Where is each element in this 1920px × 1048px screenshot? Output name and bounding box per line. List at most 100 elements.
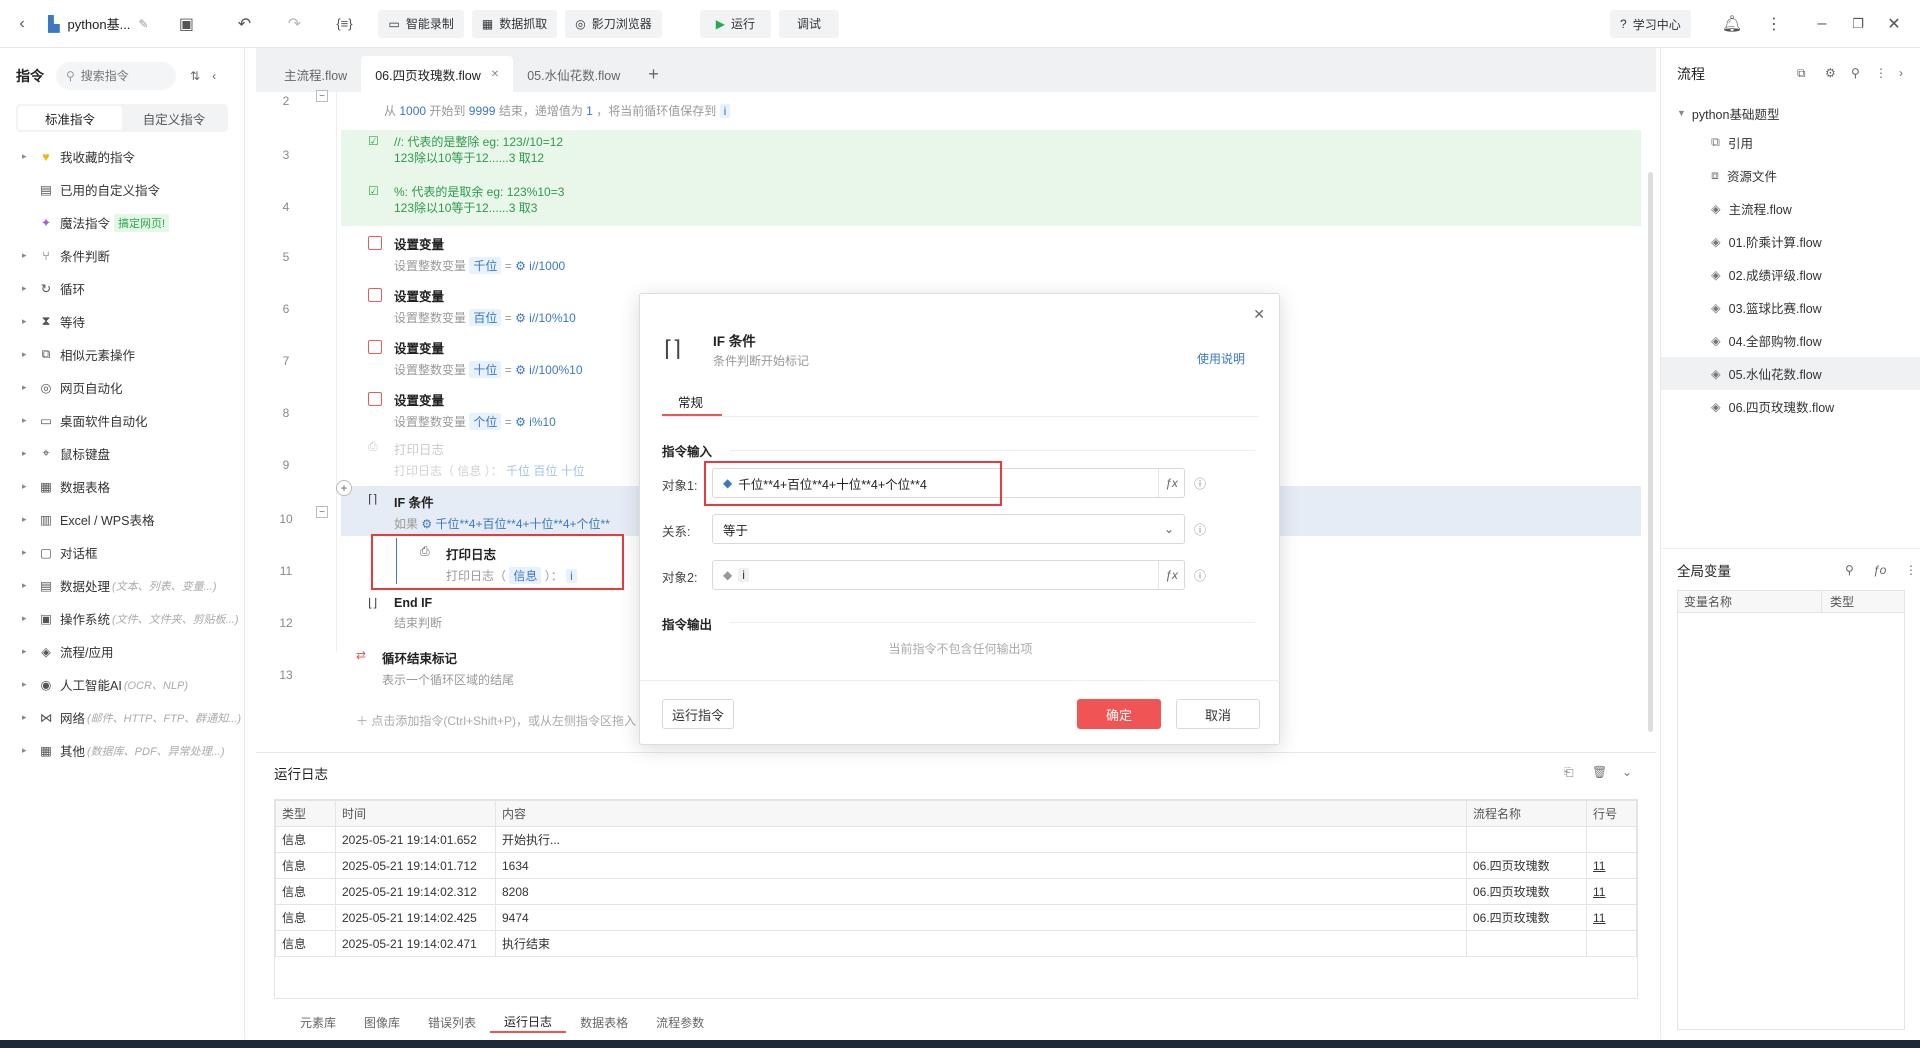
table-row[interactable]: 信息 2025-05-21 19:14:02.312 8208 06.四页玫瑰数 11: [275, 878, 1637, 905]
flow-item[interactable]: ⧉ 引用: [1661, 126, 1920, 159]
function-icon[interactable]: ƒx: [1158, 561, 1184, 589]
bottom-tab[interactable]: 流程参数: [642, 1011, 718, 1033]
category-item[interactable]: ▤ 已用的自定义指令: [0, 173, 244, 206]
info-icon[interactable]: ⓘ: [1194, 567, 1206, 584]
info-icon[interactable]: ⓘ: [1194, 521, 1206, 538]
category-item[interactable]: ▸ ▢ 对话框: [0, 536, 244, 569]
run-button[interactable]: ▶ 运行: [699, 9, 771, 38]
category-item[interactable]: ▸ ◉ 人工智能AI (OCR、NLP): [0, 668, 244, 701]
add-command-hint[interactable]: ＋ 点击添加指令(Ctrl+Shift+P)，或从左侧指令区拖入: [356, 712, 636, 729]
flow-tree-root[interactable]: ▼ python基础题型: [1661, 100, 1920, 126]
category-item[interactable]: ▸ ▥ Excel / WPS表格: [0, 503, 244, 536]
tab-standard-commands[interactable]: 标准指令: [18, 106, 122, 130]
bottom-tab[interactable]: 错误列表: [414, 1011, 490, 1033]
run-command-button[interactable]: 运行指令: [662, 699, 734, 729]
chevron-right-icon[interactable]: ›: [1899, 66, 1903, 80]
table-row[interactable]: 信息 2025-05-21 19:14:02.471 执行结束: [275, 930, 1637, 957]
obj2-input[interactable]: ◆ i ƒx: [712, 560, 1185, 590]
tab-flow[interactable]: 05.水仙花数.flow: [513, 56, 634, 92]
set-variable-step[interactable]: 设置变量 设置整数变量 千位 = ⚙ i//1000: [368, 234, 1668, 274]
close-icon[interactable]: ✕: [1253, 306, 1265, 323]
table-row[interactable]: 信息 2025-05-21 19:14:01.712 1634 06.四页玫瑰数 11: [275, 852, 1637, 879]
table-row[interactable]: 信息 2025-05-21 19:14:01.652 开始执行...: [275, 826, 1637, 853]
bottom-tab[interactable]: 运行日志: [490, 1011, 567, 1033]
category-item[interactable]: ▸ ⌖ 鼠标键盘: [0, 437, 244, 470]
category-item[interactable]: ▸ ⧗ 等待: [0, 305, 244, 338]
log-column-header[interactable]: 流程名称: [1466, 800, 1587, 827]
collapse-if-icon[interactable]: −: [316, 506, 328, 518]
category-item[interactable]: ▸ ▤ 数据处理 (文本、列表、变量...): [0, 569, 244, 602]
flow-item[interactable]: ⧈ 资源文件: [1661, 159, 1920, 192]
trash-icon[interactable]: 🗑︎: [1592, 765, 1607, 779]
flow-item[interactable]: ◈ 01.阶乘计算.flow: [1661, 225, 1920, 258]
log-column-header[interactable]: 时间: [335, 800, 496, 827]
table-row[interactable]: 信息 2025-05-21 19:14:02.425 9474 06.四页玫瑰数 11: [275, 904, 1637, 931]
add-tab-icon[interactable]: +: [634, 56, 673, 92]
cancel-button[interactable]: 取消: [1176, 699, 1260, 729]
category-item[interactable]: ▸ ▦ 数据表格: [0, 470, 244, 503]
flow-item[interactable]: ◈ 04.全部购物.flow: [1661, 324, 1920, 357]
back-icon[interactable]: ‹: [8, 10, 36, 38]
category-item[interactable]: ▸ ⋈ 网络 (邮件、HTTP、FTP、群通知...): [0, 701, 244, 734]
close-window-icon[interactable]: ✕: [1880, 10, 1908, 38]
category-item[interactable]: ▸ ▣ 操作系统 (文件、文件夹、剪贴板...): [0, 602, 244, 635]
bottom-tab[interactable]: 元素库: [286, 1011, 350, 1033]
flow-item[interactable]: ◈ 主流程.flow: [1661, 192, 1920, 225]
more-icon[interactable]: ⋮: [1760, 10, 1788, 38]
category-item[interactable]: ▸ ▦ 其他 (数据库、PDF、异常处理...): [0, 734, 244, 767]
data-scrape-button[interactable]: ▦ 数据抓取: [471, 9, 558, 38]
redo-icon[interactable]: ↷: [280, 10, 308, 38]
relation-select[interactable]: 等于 ⌄: [712, 514, 1185, 544]
add-step-icon[interactable]: +: [336, 480, 352, 496]
bottom-tab[interactable]: 图像库: [350, 1011, 414, 1033]
collapse-panel-icon[interactable]: ‹: [212, 69, 216, 83]
flow-item[interactable]: ◈ 05.水仙花数.flow: [1661, 357, 1920, 390]
category-item[interactable]: ▸ ↻ 循环: [0, 272, 244, 305]
save-icon[interactable]: ▣: [172, 10, 200, 38]
close-tab-icon[interactable]: ✕: [491, 69, 499, 80]
edit-icon[interactable]: ✎: [138, 17, 148, 31]
variables-icon[interactable]: {≡}: [330, 10, 358, 38]
more-icon[interactable]: ⋮: [1875, 66, 1887, 80]
chevron-down-icon[interactable]: ⌄: [1622, 765, 1632, 779]
function-icon[interactable]: ƒo: [1873, 563, 1886, 577]
category-item[interactable]: ▸ ♥ 我收藏的指令: [0, 140, 244, 173]
search-icon[interactable]: ⚲: [1851, 66, 1860, 80]
flow-item[interactable]: ◈ 02.成绩评级.flow: [1661, 258, 1920, 291]
restore-icon[interactable]: ❐: [1844, 10, 1872, 38]
add-flow-icon[interactable]: ⧉: [1797, 66, 1806, 81]
category-item[interactable]: ▸ ◈ 流程/应用: [0, 635, 244, 668]
category-item[interactable]: ▸ ⧉ 相似元素操作: [0, 338, 244, 371]
tab-flow[interactable]: 主流程.flow: [270, 56, 361, 92]
tab-flow[interactable]: 06.四页玫瑰数.flow ✕: [361, 56, 514, 92]
collapse-loop-icon[interactable]: −: [316, 90, 328, 102]
search-input[interactable]: [80, 69, 161, 83]
smart-record-button[interactable]: ▭ 智能录制: [378, 9, 464, 38]
flow-item[interactable]: ◈ 06.四页玫瑰数.flow: [1661, 390, 1920, 423]
more-icon[interactable]: ⋮: [1905, 563, 1917, 577]
log-column-header[interactable]: 行号: [1586, 800, 1637, 827]
category-item[interactable]: ✦ 魔法指令 搞定网页!: [0, 206, 244, 239]
comment-step-1[interactable]: ☑ //: 代表的是整除 eg: 123//10=12 123除以10等于12..…: [368, 134, 1668, 166]
export-icon[interactable]: ⎗: [1564, 765, 1574, 780]
bell-icon[interactable]: 🔔︎: [1718, 10, 1746, 38]
sort-icon[interactable]: ⇅: [190, 69, 200, 83]
category-item[interactable]: ▸ ⑂ 条件判断: [0, 239, 244, 272]
editor-scrollbar[interactable]: [1648, 172, 1653, 732]
settings-icon[interactable]: ⚙: [1825, 66, 1836, 80]
browser-button[interactable]: ◎ 影刀浏览器: [565, 9, 662, 38]
tab-general[interactable]: 常规: [678, 392, 703, 411]
category-item[interactable]: ▸ ▭ 桌面软件自动化: [0, 404, 244, 437]
undo-icon[interactable]: ↶: [230, 10, 258, 38]
confirm-button[interactable]: 确定: [1077, 699, 1161, 729]
info-icon[interactable]: ⓘ: [1194, 475, 1206, 492]
bottom-tab[interactable]: 数据表格: [566, 1011, 642, 1033]
learn-center-button[interactable]: ? 学习中心: [1610, 10, 1691, 38]
minimize-icon[interactable]: –: [1808, 10, 1836, 38]
debug-button[interactable]: 调试: [778, 9, 839, 38]
tab-custom-commands[interactable]: 自定义指令: [122, 106, 226, 130]
project-title[interactable]: ▙ python基... ✎: [48, 14, 148, 33]
command-search[interactable]: ⚲: [56, 62, 176, 90]
log-column-header[interactable]: 类型: [275, 800, 336, 827]
comment-step-2[interactable]: ☑ %: 代表的是取余 eg: 123%10=3 123除以10等于12.....…: [368, 184, 1668, 216]
